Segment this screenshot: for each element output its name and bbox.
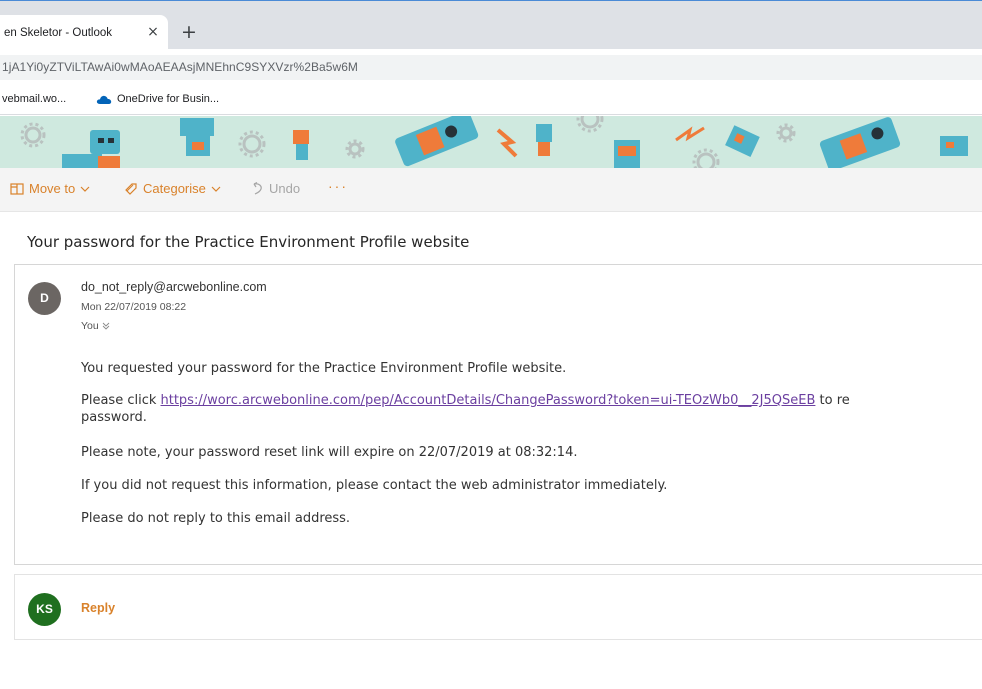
sender-avatar[interactable]: D [28, 282, 61, 315]
browser-tab-strip: en Skeletor - Outlook × + [0, 0, 982, 50]
recipient-name: You [81, 320, 99, 332]
tab-title: en Skeletor - Outlook [4, 27, 113, 39]
url-text: 1jA1Yi0yZTViLTAwAi0wMAoAEAAsjMNEhnC9SYXV… [2, 60, 358, 74]
onedrive-icon [96, 95, 112, 104]
body-text-prefix: Please click [81, 393, 161, 408]
body-paragraph: You requested your password for the Prac… [81, 361, 567, 376]
body-paragraph: Please note, your password reset link wi… [81, 445, 578, 460]
undo-button[interactable]: Undo [251, 181, 300, 196]
expand-chevron-icon [102, 322, 110, 330]
move-to-button[interactable]: Move to [10, 181, 90, 196]
reply-button[interactable]: Reply [81, 601, 115, 615]
browser-tab[interactable]: en Skeletor - Outlook × [0, 15, 168, 50]
body-paragraph: Please do not reply to this email addres… [81, 511, 351, 526]
address-bar[interactable]: 1jA1Yi0yZTViLTAwAi0wMAoAEAAsjMNEhnC9SYXV… [0, 55, 982, 80]
outlook-theme-banner [0, 116, 982, 168]
new-tab-icon[interactable]: + [180, 23, 198, 42]
user-avatar: KS [28, 593, 61, 626]
folder-move-icon [10, 182, 24, 195]
more-actions-icon[interactable]: ··· [328, 178, 348, 194]
tag-icon [125, 182, 137, 195]
undo-label: Undo [269, 181, 301, 196]
body-paragraph: If you did not request this information,… [81, 478, 668, 493]
sender-address[interactable]: do_not_reply@arcwebonline.com [81, 280, 267, 294]
bookmarks-bar: vebmail.wo... OneDrive for Busin... [0, 85, 982, 115]
body-paragraph-link: Please click https://worc.arcwebonline.c… [81, 392, 982, 426]
move-to-label: Move to [29, 181, 76, 196]
body-text-suffix: to re [815, 393, 850, 408]
command-bar: Move to Categorise Undo ··· [0, 168, 982, 212]
message-card: D do_not_reply@arcwebonline.com Mon 22/0… [14, 264, 982, 565]
categorise-button[interactable]: Categorise [124, 181, 221, 196]
close-tab-icon[interactable]: × [145, 24, 161, 40]
bookmark-webmail[interactable]: vebmail.wo... [2, 93, 66, 105]
undo-icon [253, 181, 262, 195]
chevron-down-icon [80, 186, 90, 192]
chevron-down-icon [211, 186, 221, 192]
categorise-label: Categorise [143, 181, 206, 196]
robot-pattern-image [20, 116, 968, 168]
bookmark-onedrive[interactable]: OneDrive for Busin... [117, 93, 219, 105]
message-date: Mon 22/07/2019 08:22 [81, 301, 187, 313]
message-subject: Your password for the Practice Environme… [27, 233, 470, 251]
browser-toolbar: 1jA1Yi0yZTViLTAwAi0wMAoAEAAsjMNEhnC9SYXV… [0, 49, 982, 85]
recipient-line[interactable]: You [81, 320, 110, 332]
body-text-wrap: password. [81, 410, 147, 425]
reply-card[interactable]: KS Reply [14, 574, 982, 640]
password-reset-link[interactable]: https://worc.arcwebonline.com/pep/Accoun… [161, 393, 816, 408]
